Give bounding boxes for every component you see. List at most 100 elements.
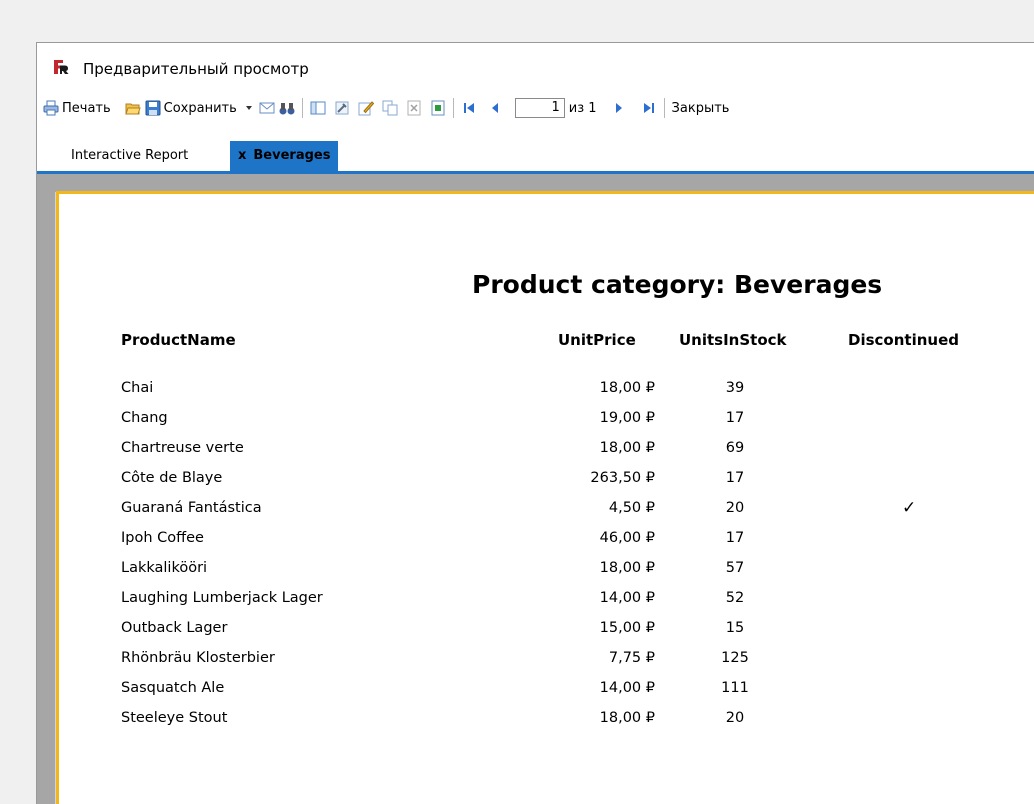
units-in-stock: 20 <box>725 710 745 726</box>
product-name: Ipoh Coffee <box>121 530 204 546</box>
header-units-in-stock: UnitsInStock <box>679 331 787 349</box>
units-in-stock: 17 <box>725 530 745 546</box>
product-name: Guaraná Fantástica <box>121 500 262 516</box>
table-row: Guaraná Fantástica 4,50 ₽ 20 ✓ <box>59 498 1034 530</box>
copy-icon <box>382 100 398 116</box>
toolbar-separator <box>663 98 665 118</box>
delete-page-icon <box>407 100 421 116</box>
header-discontinued: Discontinued <box>848 331 959 349</box>
report-title: Product category: Beverages <box>472 270 883 299</box>
open-button[interactable] <box>123 96 143 120</box>
prev-page-icon <box>491 103 498 113</box>
close-label: Закрыть <box>671 100 730 116</box>
discontinued-check: ✓ <box>902 498 917 518</box>
product-name: Lakkalikööri <box>121 560 208 576</box>
print-label: Печать <box>62 100 111 116</box>
unit-price: 18,00 ₽ <box>599 380 655 396</box>
outline-button[interactable] <box>308 96 328 120</box>
next-page-button[interactable] <box>609 96 629 120</box>
prev-page-button[interactable] <box>485 96 505 120</box>
units-in-stock: 52 <box>725 590 745 606</box>
fastreport-logo-icon <box>54 60 69 74</box>
table-row: Laughing Lumberjack Lager 14,00 ₽ 52 <box>59 590 1034 620</box>
unit-price: 18,00 ₽ <box>599 710 655 726</box>
units-in-stock: 17 <box>725 470 745 486</box>
report-viewer[interactable]: Product category: Beverages ProductName … <box>37 174 1034 804</box>
table-row: Steeleye Stout 18,00 ₽ 20 <box>59 710 1034 740</box>
unit-price: 18,00 ₽ <box>599 560 655 576</box>
tab-interactive-report[interactable]: Interactive Report <box>63 141 196 171</box>
toolbar-separator <box>452 98 454 118</box>
table-row: Côte de Blaye 263,50 ₽ 17 <box>59 470 1034 500</box>
table-row: Lakkalikööri 18,00 ₽ 57 <box>59 560 1034 590</box>
find-button[interactable] <box>277 96 297 120</box>
product-name: Rhönbräu Klosterbier <box>121 650 275 666</box>
units-in-stock: 39 <box>725 380 745 396</box>
last-page-icon <box>643 103 654 113</box>
table-row: Ipoh Coffee 46,00 ₽ 17 <box>59 530 1034 560</box>
page-count-label: из 1 <box>568 100 597 116</box>
tab-beverages[interactable]: x Beverages <box>230 141 339 171</box>
table-row: Chai 18,00 ₽ 39 <box>59 380 1034 410</box>
wrench-icon <box>335 101 349 115</box>
close-tab-icon[interactable]: x <box>238 148 246 163</box>
units-in-stock: 57 <box>725 560 745 576</box>
title-bar: Предварительный просмотр <box>37 43 1034 95</box>
product-name: Chartreuse verte <box>121 440 244 456</box>
unit-price: 14,00 ₽ <box>599 590 655 606</box>
product-name: Outback Lager <box>121 620 228 636</box>
unit-price: 18,00 ₽ <box>599 440 655 456</box>
edit-button[interactable] <box>356 96 376 120</box>
product-name: Chang <box>121 410 168 426</box>
close-button[interactable]: Закрыть <box>670 96 732 120</box>
first-page-button[interactable] <box>459 96 479 120</box>
units-in-stock: 17 <box>725 410 745 426</box>
unit-price: 14,00 ₽ <box>599 680 655 696</box>
email-button[interactable] <box>257 96 277 120</box>
outline-icon <box>310 101 326 115</box>
product-name: Côte de Blaye <box>121 470 223 486</box>
table-row: Chartreuse verte 18,00 ₽ 69 <box>59 440 1034 470</box>
table-row: Outback Lager 15,00 ₽ 15 <box>59 620 1034 650</box>
report-page: Product category: Beverages ProductName … <box>56 191 1034 804</box>
chevron-down-icon <box>245 106 252 110</box>
unit-price: 4,50 ₽ <box>608 500 655 516</box>
save-button[interactable]: Сохранить <box>143 96 239 120</box>
next-page-icon <box>615 103 622 113</box>
save-label: Сохранить <box>163 100 237 116</box>
watermark-button[interactable] <box>428 96 448 120</box>
product-name: Sasquatch Ale <box>121 680 225 696</box>
settings-button[interactable] <box>332 96 352 120</box>
header-unit-price: UnitPrice <box>558 331 636 349</box>
copy-page-button[interactable] <box>380 96 400 120</box>
units-in-stock: 69 <box>725 440 745 456</box>
unit-price: 15,00 ₽ <box>599 620 655 636</box>
envelope-icon <box>259 102 275 114</box>
page-number-input[interactable]: 1 <box>514 98 565 118</box>
save-dropdown-button[interactable] <box>243 96 255 120</box>
unit-price: 263,50 ₽ <box>590 470 655 486</box>
tab-label: Beverages <box>253 148 331 163</box>
product-name: Chai <box>121 380 154 396</box>
product-name: Steeleye Stout <box>121 710 228 726</box>
pencil-icon <box>358 101 374 116</box>
printer-icon <box>43 100 59 116</box>
table-row: Chang 19,00 ₽ 17 <box>59 410 1034 440</box>
page-setup-icon <box>431 100 445 116</box>
unit-price: 19,00 ₽ <box>599 410 655 426</box>
unit-price: 7,75 ₽ <box>608 650 655 666</box>
tab-label: Interactive Report <box>71 148 189 163</box>
unit-price: 46,00 ₽ <box>599 530 655 546</box>
save-icon <box>145 100 161 116</box>
preview-window: Предварительный просмотр Печать Сохранит… <box>36 42 1034 804</box>
first-page-icon <box>463 103 474 113</box>
print-button[interactable]: Печать <box>41 96 113 120</box>
units-in-stock: 111 <box>721 680 749 696</box>
window-title: Предварительный просмотр <box>83 60 309 78</box>
binoculars-icon <box>279 103 295 115</box>
units-in-stock: 20 <box>725 500 745 516</box>
last-page-button[interactable] <box>639 96 659 120</box>
toolbar: Печать Сохранить 1 из 1 Закрыть <box>37 95 1034 121</box>
delete-page-button[interactable] <box>404 96 424 120</box>
table-row: Rhönbräu Klosterbier 7,75 ₽ 125 <box>59 650 1034 680</box>
